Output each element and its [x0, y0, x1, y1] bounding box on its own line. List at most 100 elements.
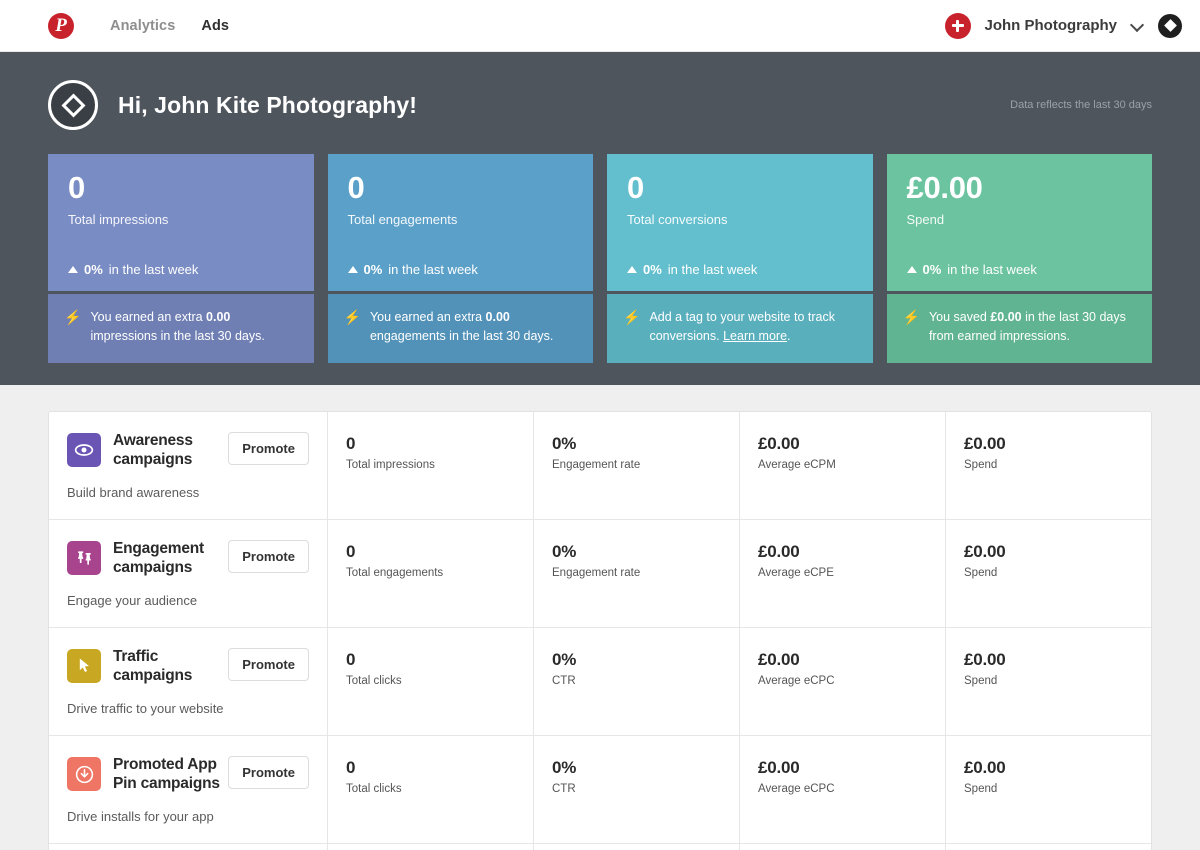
profile-diamond-icon: [48, 80, 98, 130]
metric-delta-value: 0%: [643, 262, 662, 277]
account-name: John Photography: [985, 17, 1118, 34]
metric-cell: [534, 844, 740, 850]
nav-link-ads[interactable]: Ads: [201, 18, 229, 34]
user-avatar-icon[interactable]: [1158, 14, 1182, 38]
metric-label: Total clicks: [346, 675, 533, 687]
metric-label: Total engagements: [346, 567, 533, 579]
metric-value: £0.00: [964, 542, 1151, 562]
campaign-name-cell: Awareness campaigns Promote Build brand …: [49, 412, 328, 519]
metric-label: Spend: [964, 783, 1151, 795]
metric-value: 0: [346, 650, 533, 670]
hero-section: Hi, John Kite Photography! Data reflects…: [0, 52, 1200, 385]
metric-cell: 0% Engagement rate: [534, 412, 740, 519]
hero-header-row: Hi, John Kite Photography! Data reflects…: [48, 80, 1152, 130]
metric-label: Engagement rate: [552, 459, 739, 471]
metric-cell: [946, 844, 1151, 850]
metric-card-body: 0 Total conversions 0% in the last week: [607, 154, 873, 291]
metric-delta-suffix: in the last week: [947, 262, 1037, 277]
campaign-name-head: Engagement campaigns Promote: [67, 540, 309, 578]
metric-card-body: 0 Total impressions 0% in the last week: [48, 154, 314, 291]
pinterest-logo-icon[interactable]: P: [48, 13, 74, 39]
metric-value: 0: [346, 434, 533, 454]
download-circle-icon: [67, 757, 101, 791]
metric-value: £0.00: [758, 650, 945, 670]
metric-delta-value: 0%: [84, 262, 103, 277]
campaign-title: Traffic campaigns: [113, 648, 225, 686]
metric-cell: 0 Total impressions: [328, 412, 534, 519]
metric-delta-value: 0%: [923, 262, 942, 277]
metric-label: Spend: [964, 459, 1151, 471]
metric-value: 0%: [552, 650, 739, 670]
metric-label: Average eCPE: [758, 567, 945, 579]
metric-cell: £0.00 Average eCPM: [740, 412, 946, 519]
triangle-up-icon: [348, 266, 358, 273]
page-content: Awareness campaigns Promote Build brand …: [0, 385, 1200, 850]
metric-value: £0.00: [964, 650, 1151, 670]
metric-delta: 0% in the last week: [627, 262, 853, 277]
metric-card-spend[interactable]: £0.00 Spend 0% in the last week ⚡ You sa…: [887, 154, 1153, 363]
metric-card-conversions[interactable]: 0 Total conversions 0% in the last week …: [607, 154, 873, 363]
metric-cards: 0 Total impressions 0% in the last week …: [48, 154, 1152, 363]
metric-card-engagements[interactable]: 0 Total engagements 0% in the last week …: [328, 154, 594, 363]
metric-cell: £0.00 Average eCPC: [740, 736, 946, 843]
lightning-bolt-icon: ⚡: [64, 308, 81, 347]
metric-cell: 0% CTR: [534, 628, 740, 735]
metric-label: Total engagements: [348, 212, 574, 227]
metric-value: £0.00: [758, 758, 945, 778]
campaign-title: Engagement campaigns: [113, 540, 225, 578]
table-row[interactable]: Promoted App Pin campaigns Promote Drive…: [49, 736, 1151, 844]
lightning-bolt-icon: ⚡: [344, 308, 361, 347]
metric-label: Spend: [907, 212, 1133, 227]
campaign-types-table: Awareness campaigns Promote Build brand …: [48, 411, 1152, 850]
metric-cell: £0.00 Average eCPC: [740, 628, 946, 735]
triangle-up-icon: [627, 266, 637, 273]
table-row[interactable]: Awareness campaigns Promote Build brand …: [49, 412, 1151, 520]
pinterest-logo-glyph: P: [55, 16, 67, 35]
metric-footer-text: You earned an extra 0.00 engagements in …: [370, 308, 575, 347]
data-range-note: Data reflects the last 30 days: [1010, 99, 1152, 111]
metric-label: Spend: [964, 567, 1151, 579]
promote-button[interactable]: Promote: [228, 648, 309, 681]
metric-card-footer: ⚡ You earned an extra 0.00 engagements i…: [328, 294, 594, 363]
metric-cell: £0.00 Average eCPE: [740, 520, 946, 627]
promote-button[interactable]: Promote: [228, 540, 309, 573]
metric-value: 0: [348, 172, 574, 205]
table-row[interactable]: [49, 844, 1151, 850]
metric-cell: 0 Total clicks: [328, 736, 534, 843]
learn-more-link[interactable]: Learn more: [723, 329, 787, 343]
promote-button[interactable]: Promote: [228, 756, 309, 789]
metric-card-footer: ⚡ You earned an extra 0.00 impressions i…: [48, 294, 314, 363]
chevron-down-icon[interactable]: [1131, 19, 1144, 32]
metric-cell: £0.00 Spend: [946, 628, 1151, 735]
metric-value: 0: [346, 542, 533, 562]
metric-value: £0.00: [758, 434, 945, 454]
nav-link-analytics[interactable]: Analytics: [110, 18, 175, 34]
plus-icon[interactable]: [945, 13, 971, 39]
metric-value: £0.00: [758, 542, 945, 562]
campaign-subtitle: Drive installs for your app: [67, 809, 309, 824]
metric-value: 0: [346, 758, 533, 778]
metric-label: Spend: [964, 675, 1151, 687]
table-row[interactable]: Engagement campaigns Promote Engage your…: [49, 520, 1151, 628]
metric-value: 0%: [552, 758, 739, 778]
greeting-title: Hi, John Kite Photography!: [118, 92, 417, 119]
campaign-title: Promoted App Pin campaigns: [113, 756, 225, 794]
table-row[interactable]: Traffic campaigns Promote Drive traffic …: [49, 628, 1151, 736]
metric-delta: 0% in the last week: [68, 262, 294, 277]
campaign-name-cell: Promoted App Pin campaigns Promote Drive…: [49, 736, 328, 843]
metric-cell: 0% CTR: [534, 736, 740, 843]
metric-delta-suffix: in the last week: [109, 262, 199, 277]
metric-footer-text: Add a tag to your website to track conve…: [649, 308, 854, 347]
metric-label: Average eCPC: [758, 783, 945, 795]
metric-cell: 0 Total engagements: [328, 520, 534, 627]
metric-delta: 0% in the last week: [907, 262, 1133, 277]
cursor-arrow-icon: [67, 649, 101, 683]
metric-label: Total impressions: [68, 212, 294, 227]
lightning-bolt-icon: ⚡: [623, 308, 640, 347]
metric-cell: £0.00 Spend: [946, 412, 1151, 519]
campaign-subtitle: Engage your audience: [67, 593, 309, 608]
metric-label: Total impressions: [346, 459, 533, 471]
triangle-up-icon: [907, 266, 917, 273]
promote-button[interactable]: Promote: [228, 432, 309, 465]
metric-card-impressions[interactable]: 0 Total impressions 0% in the last week …: [48, 154, 314, 363]
